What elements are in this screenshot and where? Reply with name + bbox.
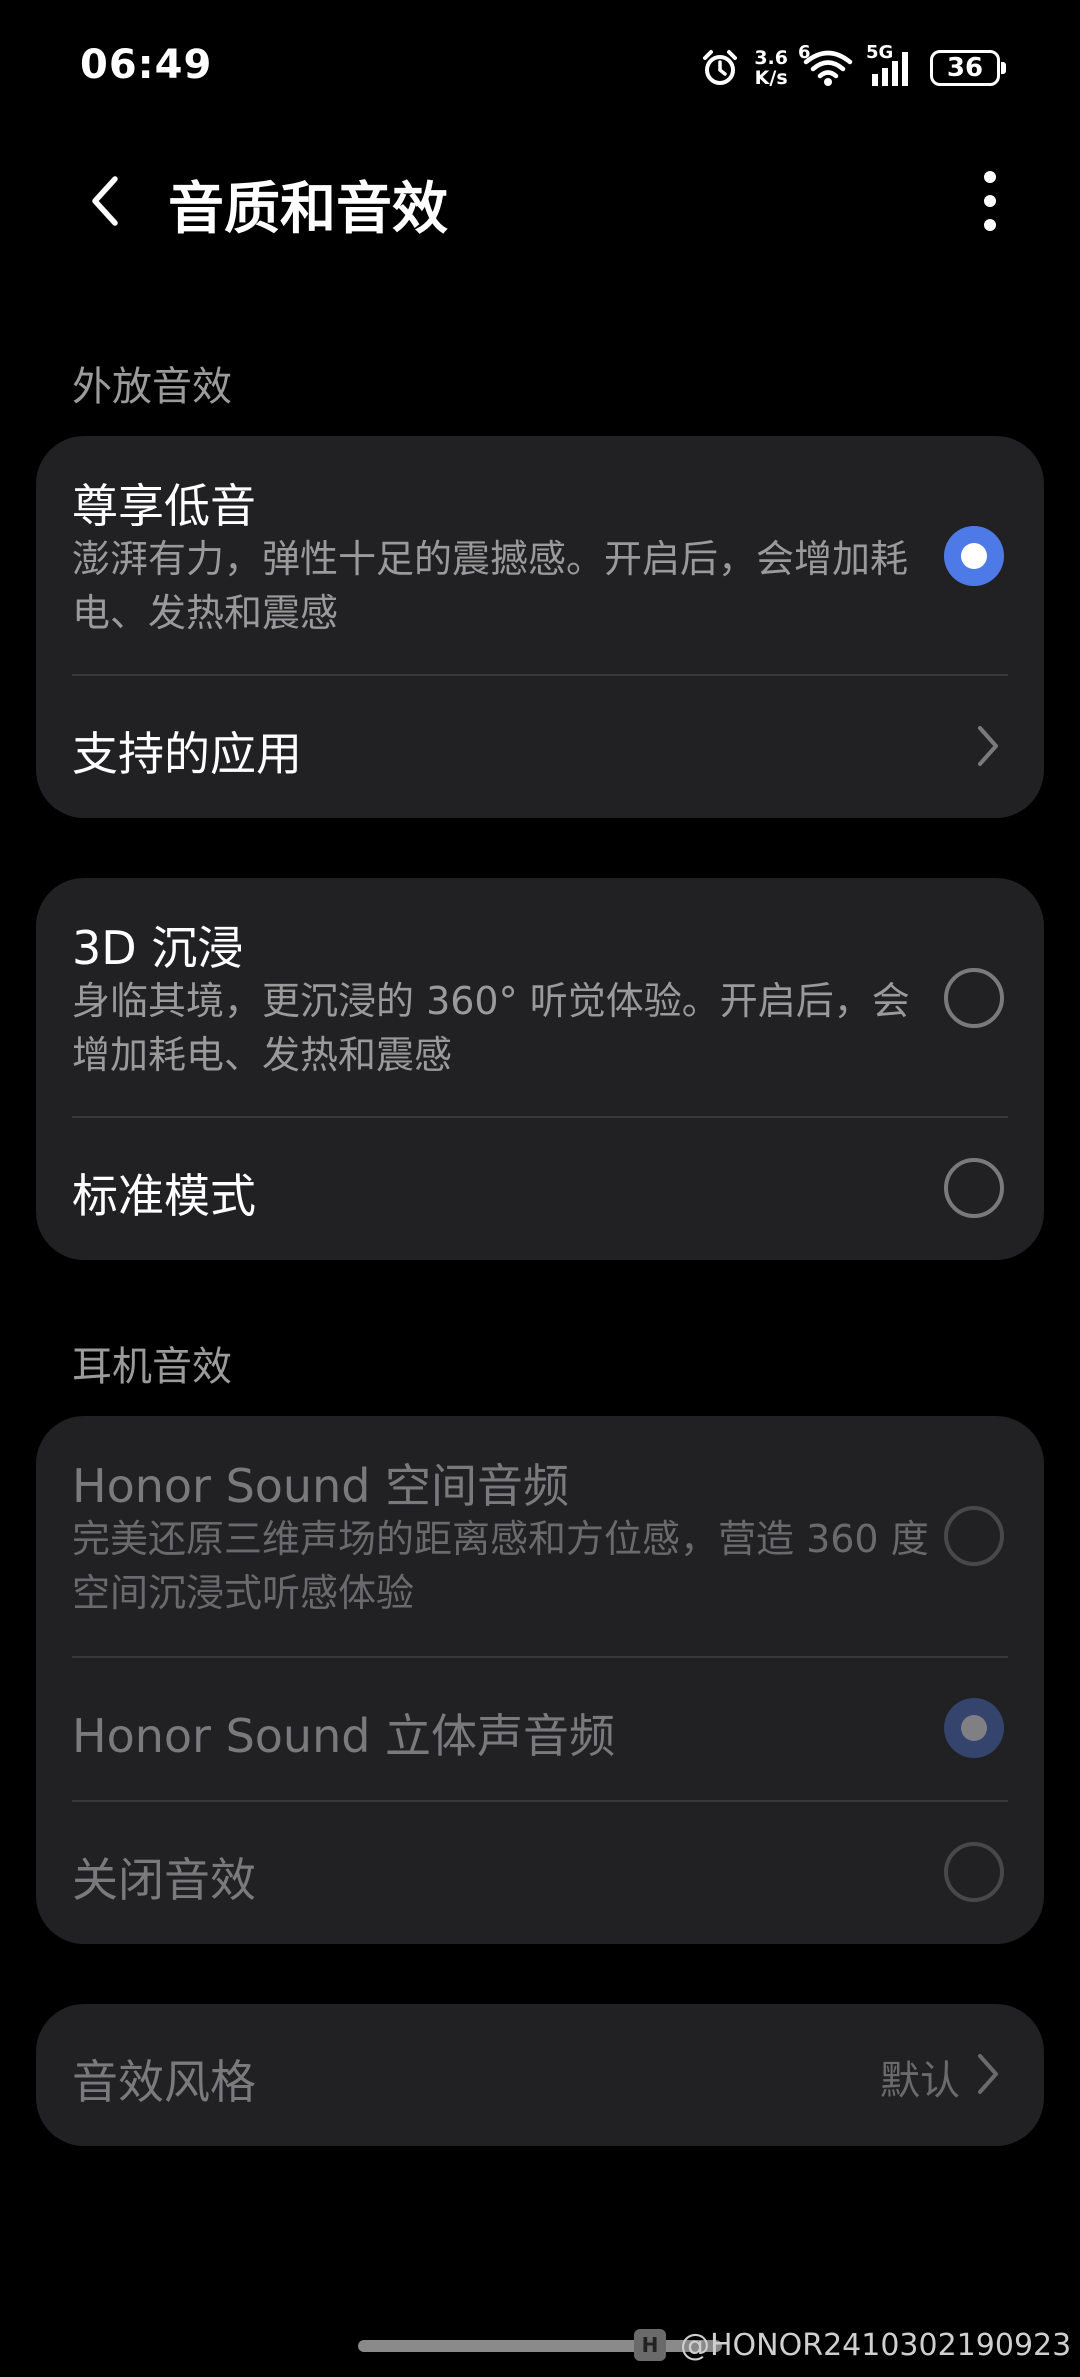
sound-style-row[interactable]: 音效风格 默认: [36, 2004, 1044, 2146]
wifi-icon: 6: [798, 42, 854, 88]
option-effects-off[interactable]: 关闭音效: [36, 1802, 1044, 1944]
radio-stereo-audio[interactable]: [944, 1698, 1004, 1758]
radio-bass-boost[interactable]: [944, 526, 1004, 586]
alarm-icon: [700, 48, 740, 88]
status-time: 06:49: [80, 42, 213, 88]
supported-apps-row[interactable]: 支持的应用: [36, 676, 1044, 818]
option-3d-immersive[interactable]: 3D 沉浸 身临其境，更沉浸的 360° 听觉体验。开启后，会增加耗电、发热和震…: [36, 878, 1044, 1116]
back-button[interactable]: [70, 166, 140, 236]
option-description: 完美还原三维声场的距离感和方位感，营造 360 度空间沉浸式听感体验: [72, 1517, 929, 1615]
option-title: 尊享低音: [72, 479, 256, 533]
radio-effects-off[interactable]: [944, 1842, 1004, 1902]
watermark-logo-icon: H: [634, 2329, 666, 2361]
network-speed-value: 3.6: [754, 47, 788, 69]
option-title: Honor Sound 立体声音频: [72, 1709, 616, 1763]
option-title: 3D 沉浸: [72, 921, 244, 975]
network-speed-unit: K/s: [754, 67, 788, 89]
option-title: 关闭音效: [72, 1853, 256, 1907]
option-stereo-audio[interactable]: Honor Sound 立体声音频: [36, 1658, 1044, 1800]
section-label-speaker: 外放音效: [72, 364, 232, 410]
radio-standard-mode[interactable]: [944, 1158, 1004, 1218]
option-bass-boost[interactable]: 尊享低音 澎湃有力，弹性十足的震撼感。开启后，会增加耗电、发热和震感: [36, 436, 1044, 674]
option-description: 身临其境，更沉浸的 360° 听觉体验。开启后，会增加耗电、发热和震感: [72, 979, 910, 1077]
supported-apps-title: 支持的应用: [72, 727, 302, 781]
option-title: 标准模式: [72, 1169, 256, 1223]
sound-style-title: 音效风格: [72, 2055, 256, 2109]
watermark: H @HONOR2410302190923: [634, 2320, 1071, 2370]
status-bar: 06:49 3.6 K/s 6 5G 36: [0, 0, 1080, 140]
option-description: 澎湃有力，弹性十足的震撼感。开启后，会增加耗电、发热和震感: [72, 537, 909, 635]
more-vertical-icon: [984, 171, 996, 231]
wifi-label: 6: [798, 42, 811, 63]
option-spatial-audio[interactable]: Honor Sound 空间音频 完美还原三维声场的距离感和方位感，营造 360…: [36, 1416, 1044, 1656]
sound-style-card[interactable]: 音效风格 默认: [36, 2004, 1044, 2146]
sound-style-value: 默认: [880, 2058, 960, 2104]
option-title: Honor Sound 空间音频: [72, 1459, 570, 1513]
sound-mode-card: 3D 沉浸 身临其境，更沉浸的 360° 听觉体验。开启后，会增加耗电、发热和震…: [36, 878, 1044, 1260]
option-standard-mode[interactable]: 标准模式: [36, 1118, 1044, 1260]
more-options-button[interactable]: [950, 166, 1030, 236]
chevron-right-icon: [968, 2044, 1008, 2104]
battery-icon: 36: [930, 50, 1006, 86]
radio-3d-immersive[interactable]: [944, 968, 1004, 1028]
speaker-effects-card: 尊享低音 澎湃有力，弹性十足的震撼感。开启后，会增加耗电、发热和震感 支持的应用: [36, 436, 1044, 818]
watermark-text: @HONOR2410302190923: [680, 2327, 1072, 2363]
chevron-right-icon: [968, 716, 1008, 776]
headphone-effects-card: Honor Sound 空间音频 完美还原三维声场的距离感和方位感，营造 360…: [36, 1416, 1044, 1944]
network-speed: 3.6 K/s: [754, 48, 788, 88]
signal-label: 5G: [866, 42, 894, 63]
radio-spatial-audio[interactable]: [944, 1506, 1004, 1566]
status-icons: 3.6 K/s 6 5G 36: [700, 42, 1006, 90]
app-header: 音质和音效: [0, 140, 1080, 260]
section-label-headphone: 耳机音效: [72, 1344, 232, 1390]
back-arrow-icon: [92, 176, 118, 226]
cellular-signal-icon: 5G: [866, 42, 916, 88]
page-title: 音质和音效: [168, 177, 448, 242]
